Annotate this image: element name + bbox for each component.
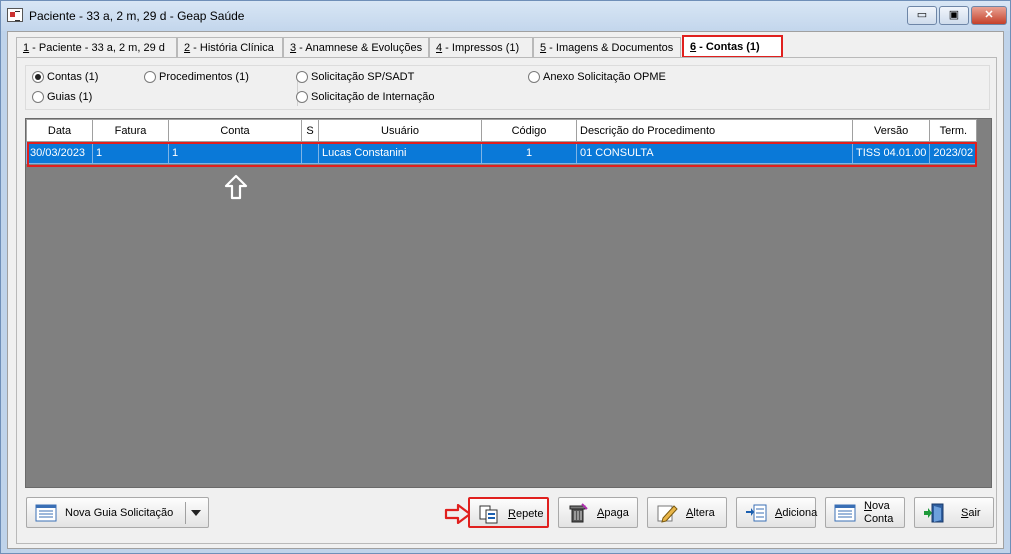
trash-icon xyxy=(569,503,588,523)
tab-historia-clinica[interactable]: 2 - História Clínica xyxy=(177,37,283,58)
table-header-row: Data Fatura Conta S Usuário Código Descr… xyxy=(26,119,978,142)
radio-label: Solicitação SP/SADT xyxy=(311,71,415,83)
radio-label: Procedimentos (1) xyxy=(159,71,249,83)
contas-panel: Contas (1) Guias (1) Procedimentos (1) S… xyxy=(16,57,997,544)
button-label: Nova Conta xyxy=(864,500,904,526)
altera-button[interactable]: Altera xyxy=(647,497,727,528)
radio-label: Guias (1) xyxy=(47,91,93,103)
col-header-codigo[interactable]: Código xyxy=(481,119,577,142)
col-header-term[interactable]: Term. xyxy=(929,119,978,142)
split-divider xyxy=(185,502,186,524)
sair-button[interactable]: Sair xyxy=(914,497,994,528)
add-row-icon xyxy=(746,504,767,522)
repete-button[interactable]: Repete xyxy=(468,497,549,528)
minimize-button[interactable]: ▭ xyxy=(907,6,937,25)
cell-s[interactable] xyxy=(301,141,319,164)
tab-imagens-documentos[interactable]: 5 - Imagens & Documentos xyxy=(533,37,681,58)
label-rest: air xyxy=(968,507,981,519)
tab-contas[interactable]: 6 - Contas (1) xyxy=(682,35,783,58)
table-row[interactable]: 30/03/2023 1 1 Lucas Constanini 1 01 CON… xyxy=(26,141,978,164)
tab-label: - Imagens & Documentos xyxy=(546,42,674,54)
title-bar[interactable]: Paciente - 33 a, 2 m, 29 d - Geap Saúde … xyxy=(1,1,1010,31)
edit-pencil-icon xyxy=(657,505,678,523)
maximize-button[interactable]: ▣ xyxy=(939,6,969,25)
radio-dot xyxy=(528,71,540,83)
cell-descricao[interactable]: 01 CONSULTA xyxy=(576,141,853,164)
button-label: Sair xyxy=(961,507,981,519)
button-label: Repete xyxy=(508,508,543,520)
tab-label: - Anamnese & Evoluções xyxy=(296,42,423,54)
col-header-versao[interactable]: Versão xyxy=(851,119,931,142)
radio-label: Contas (1) xyxy=(47,71,99,83)
label-rest: epete xyxy=(515,508,544,520)
radio-dot xyxy=(32,71,44,83)
exit-door-icon xyxy=(924,503,944,523)
cell-codigo[interactable]: 1 xyxy=(481,141,577,164)
cell-term[interactable]: 2023/02 xyxy=(929,141,978,164)
tab-anamnese[interactable]: 3 - Anamnese & Evoluções xyxy=(283,37,429,58)
label-rest: ova xyxy=(871,500,890,512)
hotkey: N xyxy=(864,500,872,512)
button-label: Nova Guia Solicitação xyxy=(65,507,174,519)
tab-label: - Paciente - 33 a, 2 m, 29 d xyxy=(29,42,165,54)
hotkey: R xyxy=(508,508,516,520)
contas-grid[interactable]: Data Fatura Conta S Usuário Código Descr… xyxy=(25,118,992,488)
close-button[interactable]: ✕ xyxy=(971,6,1007,25)
nova-guia-solicitacao-button[interactable]: Nova Guia Solicitação xyxy=(26,497,209,528)
radio-label: Anexo Solicitação OPME xyxy=(543,71,666,83)
radio-dot xyxy=(144,71,156,83)
radio-dot xyxy=(32,91,44,103)
cell-conta[interactable]: 1 xyxy=(168,141,302,164)
adiciona-button[interactable]: Adiciona xyxy=(736,497,817,528)
patient-window: Paciente - 33 a, 2 m, 29 d - Geap Saúde … xyxy=(0,0,1011,554)
cell-data[interactable]: 30/03/2023 xyxy=(26,141,93,164)
form-list-icon xyxy=(834,504,856,522)
col-header-fatura[interactable]: Fatura xyxy=(92,119,169,142)
col-header-usuario[interactable]: Usuário xyxy=(318,119,482,142)
label-line2: Conta xyxy=(864,513,894,525)
button-label: Adiciona xyxy=(775,507,817,519)
radio-procedimentos[interactable]: Procedimentos (1) xyxy=(144,71,249,83)
form-list-icon xyxy=(35,504,57,522)
label-rest: paga xyxy=(604,507,629,519)
up-arrow-icon xyxy=(224,174,248,200)
window-title: Paciente - 33 a, 2 m, 29 d - Geap Saúde xyxy=(29,9,245,23)
button-label: Altera xyxy=(686,507,715,519)
label-rest: diciona xyxy=(782,507,818,519)
button-label: Apaga xyxy=(597,507,629,519)
radio-solicitacao-sp-sadt[interactable]: Solicitação SP/SADT xyxy=(296,71,414,83)
col-header-s[interactable]: S xyxy=(301,119,319,142)
tab-label: - Contas (1) xyxy=(696,41,760,53)
radio-guias[interactable]: Guias (1) xyxy=(32,91,92,103)
col-header-conta[interactable]: Conta xyxy=(168,119,302,142)
cell-versao[interactable]: TISS 04.01.00 xyxy=(851,141,931,164)
contas-table: Data Fatura Conta S Usuário Código Descr… xyxy=(26,119,978,164)
radio-dot xyxy=(296,91,308,103)
tab-paciente[interactable]: 1 - Paciente - 33 a, 2 m, 29 d xyxy=(16,37,177,58)
radio-anexo-opme[interactable]: Anexo Solicitação OPME xyxy=(528,71,666,83)
view-filter-group: Contas (1) Guias (1) Procedimentos (1) S… xyxy=(25,65,990,110)
label-rest: ltera xyxy=(693,507,715,519)
chevron-down-icon[interactable] xyxy=(191,510,201,516)
apaga-button[interactable]: Apaga xyxy=(558,497,638,528)
radio-dot xyxy=(296,71,308,83)
app-icon xyxy=(7,8,23,22)
repeat-document-icon xyxy=(479,505,498,524)
radio-label: Solicitação de Internação xyxy=(311,91,435,103)
cell-fatura[interactable]: 1 xyxy=(92,141,169,164)
col-header-data[interactable]: Data xyxy=(26,119,93,142)
col-header-descricao[interactable]: Descrição do Procedimento xyxy=(576,119,853,142)
tab-impressos[interactable]: 4 - Impressos (1) xyxy=(429,37,533,58)
radio-solicitacao-internacao[interactable]: Solicitação de Internação xyxy=(296,91,435,103)
tab-label: - História Clínica xyxy=(190,42,274,54)
radio-contas[interactable]: Contas (1) xyxy=(32,71,98,83)
client-area: 1 - Paciente - 33 a, 2 m, 29 d 2 - Histó… xyxy=(7,31,1004,549)
tab-label: - Impressos (1) xyxy=(442,42,520,54)
nova-conta-button[interactable]: Nova Conta xyxy=(825,497,905,528)
cell-usuario[interactable]: Lucas Constanini xyxy=(318,141,482,164)
